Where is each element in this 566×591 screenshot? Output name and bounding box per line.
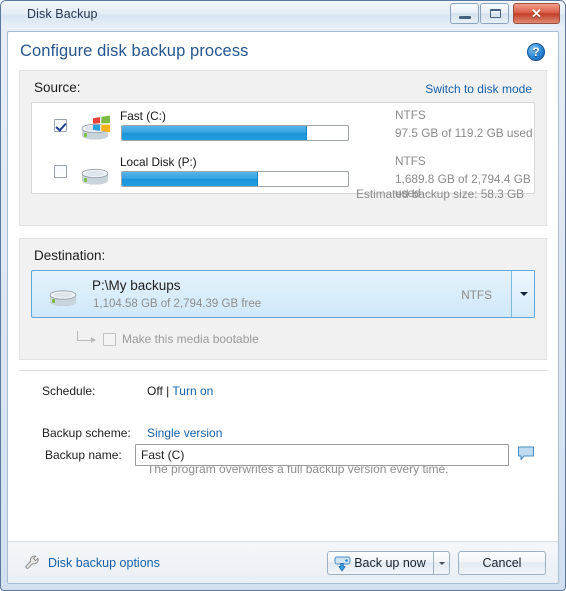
usage-bar-fill — [122, 126, 308, 140]
title-bar: Disk Backup ✕ — [1, 1, 565, 29]
estimated-backup-size: Estimated backup size: 58.3 GB — [356, 187, 524, 201]
client-area: Configure disk backup process ? Source: … — [7, 31, 559, 584]
maximize-icon — [490, 9, 501, 18]
close-icon: ✕ — [531, 6, 542, 21]
footer-bar: Disk backup options Back up now Cancel — [8, 541, 558, 583]
wrench-icon — [24, 554, 42, 572]
destination-free-space: 1,104.58 GB of 2,794.39 GB free — [93, 298, 262, 310]
backup-scheme-label: Backup scheme: — [42, 426, 131, 440]
destination-path: P:\My backups — [92, 278, 181, 293]
back-up-now-button[interactable]: Back up now — [327, 551, 434, 575]
disk-icon — [48, 284, 80, 308]
source-disk-checkbox-1[interactable] — [54, 165, 67, 178]
comment-icon[interactable] — [517, 446, 535, 461]
schedule-value: Off | Turn on — [147, 384, 213, 398]
cancel-button[interactable]: Cancel — [458, 551, 546, 575]
schedule-turn-on-link[interactable]: Turn on — [172, 384, 213, 398]
bootable-row: Make this media bootable — [20, 331, 546, 349]
source-disk-usage-bar-0 — [121, 125, 349, 141]
window-title: Disk Backup — [27, 7, 98, 21]
close-button[interactable]: ✕ — [513, 3, 560, 24]
chevron-down-icon[interactable] — [511, 271, 534, 317]
elbow-connector-icon — [77, 331, 96, 343]
destination-selector[interactable]: P:\My backups 1,104.58 GB of 2,794.39 GB… — [31, 270, 535, 318]
source-disk-filesystem-0: NTFS — [395, 108, 426, 122]
page-header: Configure disk backup process ? — [8, 32, 558, 70]
backup-name-input[interactable] — [135, 444, 509, 466]
page-title: Configure disk backup process — [20, 42, 249, 60]
source-disk-name-0: Fast (C:) — [120, 109, 166, 123]
options-block: Schedule: Off | Turn on Backup scheme: S… — [19, 370, 547, 476]
destination-label: Destination: — [34, 248, 106, 263]
minimize-button[interactable] — [450, 3, 479, 24]
make-bootable-label: Make this media bootable — [122, 332, 259, 346]
destination-panel: Destination: P:\My backups 1,104.58 GB o… — [19, 238, 547, 360]
source-disk-usage-text-0: 97.5 GB of 119.2 GB used — [395, 126, 533, 140]
source-disk-name-1: Local Disk (P:) — [120, 155, 197, 169]
help-icon[interactable]: ? — [527, 43, 545, 61]
back-up-now-dropdown-button[interactable] — [433, 551, 450, 575]
disk-backup-window: Disk Backup ✕ Configure disk backup proc… — [0, 0, 566, 591]
schedule-row: Schedule: Off | Turn on — [19, 384, 547, 403]
usage-bar-fill — [122, 172, 258, 186]
backup-name-row: Backup name: — [19, 444, 547, 468]
backup-icon — [334, 555, 351, 572]
disk-icon — [80, 161, 112, 187]
source-disk-usage-bar-1 — [121, 171, 349, 187]
schedule-separator: | — [166, 384, 170, 398]
schedule-label: Schedule: — [42, 384, 96, 398]
system-disk-icon — [80, 115, 112, 141]
make-bootable-checkbox[interactable] — [103, 333, 116, 346]
source-disk-filesystem-1: NTFS — [395, 154, 426, 168]
backup-name-label: Backup name: — [45, 448, 122, 462]
backup-scheme-link[interactable]: Single version — [147, 426, 222, 440]
destination-filesystem: NTFS — [461, 288, 492, 302]
back-up-now-label: Back up now — [354, 556, 426, 570]
minimize-icon — [459, 16, 471, 19]
source-disk-checkbox-0[interactable] — [54, 119, 67, 132]
maximize-button[interactable] — [480, 3, 509, 24]
schedule-state: Off — [147, 384, 163, 398]
cancel-label: Cancel — [482, 556, 522, 570]
backup-scheme-row: Backup scheme: Single version — [19, 426, 547, 445]
source-disk-list: Fast (C:) NTFS 97.5 GB of 119.2 GB used — [31, 102, 535, 200]
table-row[interactable]: Fast (C:) NTFS 97.5 GB of 119.2 GB used — [32, 103, 534, 149]
switch-to-disk-mode-link[interactable]: Switch to disk mode — [425, 82, 532, 96]
source-panel: Source: Switch to disk mode Fast (C:) NT… — [19, 70, 547, 226]
disk-backup-options-link[interactable]: Disk backup options — [48, 556, 160, 570]
